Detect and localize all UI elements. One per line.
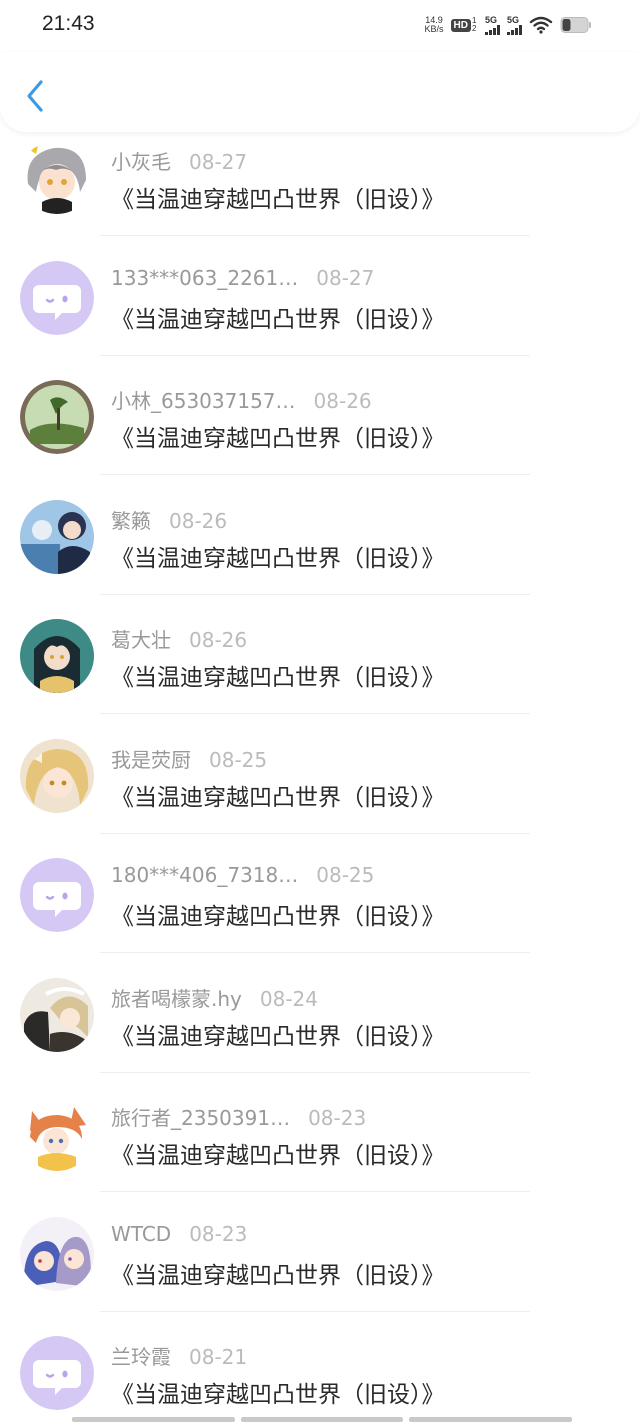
username[interactable]: 繁籁 (111, 505, 151, 534)
comment-row[interactable]: 小灰毛 08-27 《当温迪穿越凹凸世界（旧设）》 (0, 132, 640, 252)
row-divider (100, 1071, 530, 1073)
user-avatar[interactable] (20, 1216, 94, 1291)
status-bar: 21:43 14.9 KB/s HD 1 2 5G 5G (0, 0, 640, 52)
username[interactable]: 旅者喝檬蒙.hy (111, 983, 242, 1012)
user-avatar[interactable] (20, 499, 94, 574)
sim2-label: 5G (507, 14, 520, 25)
comment-meta: 繁籁 08-26 (111, 505, 227, 534)
comment-date: 08-26 (189, 628, 248, 652)
work-title-link[interactable]: 《当温迪穿越凹凸世界（旧设）》 (111, 1256, 445, 1290)
comment-meta: WTCD 08-23 (111, 1222, 247, 1246)
network-speed-unit: KB/s (424, 24, 444, 34)
user-avatar[interactable] (20, 1336, 94, 1410)
user-avatar[interactable] (20, 260, 94, 335)
username[interactable]: 小灰毛 (111, 146, 171, 175)
row-divider (100, 593, 530, 595)
work-title-link[interactable]: 《当温迪穿越凹凸世界（旧设）》 (111, 419, 445, 453)
network-speed: 14.9 KB/s (425, 16, 444, 34)
comment-meta: 小灰毛 08-27 (111, 146, 247, 175)
sim2-signal-icon: 5G (507, 14, 522, 35)
row-divider (100, 713, 530, 714)
comment-row[interactable]: 我是荧厨 08-25 《当温迪穿越凹凸世界（旧设）》 (0, 730, 640, 850)
work-title-link[interactable]: 《当温迪穿越凹凸世界（旧设）》 (111, 778, 445, 812)
hd-voice-icon: HD 1 2 (450, 16, 478, 33)
work-title-link[interactable]: 《当温迪穿越凹凸世界（旧设）》 (111, 1136, 445, 1170)
chevron-left-icon (27, 80, 43, 112)
comment-date: 08-25 (209, 747, 268, 772)
comment-list: 小灰毛 08-27 《当温迪穿越凹凸世界（旧设）》 133***063_2261… 08… (0, 132, 640, 1422)
comment-row[interactable]: 葛大壮 08-26 《当温迪穿越凹凸世界（旧设）》 (0, 610, 640, 730)
row-divider (100, 1191, 530, 1192)
username[interactable]: 葛大壮 (111, 624, 171, 653)
comment-date: 08-26 (169, 508, 228, 533)
user-avatar[interactable] (20, 1097, 94, 1171)
wifi-icon (529, 16, 553, 34)
comment-row[interactable]: 兰玲霞 08-21 《当温迪穿越凹凸世界（旧设）》 (0, 1327, 640, 1422)
battery-icon (560, 17, 591, 33)
comment-row[interactable]: 旅者喝檬蒙.hy 08-24 《当温迪穿越凹凸世界（旧设）》 (0, 969, 640, 1089)
comment-meta: 133***063_2261… 08-27 (111, 266, 374, 290)
back-button[interactable] (20, 76, 50, 116)
row-divider (100, 1310, 530, 1312)
comment-date: 08-26 (313, 389, 372, 413)
comment-meta: 葛大壮 08-26 (111, 624, 247, 653)
user-avatar[interactable] (20, 858, 94, 932)
work-title-link[interactable]: 《当温迪穿越凹凸世界（旧设）》 (111, 300, 445, 334)
comment-row[interactable]: 180***406_7318… 08-25 《当温迪穿越凹凸世界（旧设）》 (0, 849, 640, 969)
comment-date: 08-23 (189, 1221, 248, 1246)
comment-date: 08-21 (189, 1345, 248, 1369)
comment-date: 08-27 (189, 150, 248, 174)
comment-row[interactable]: 小林_653037157… 08-26 《当温迪穿越凹凸世界（旧设）》 (0, 371, 640, 491)
user-avatar[interactable] (20, 977, 94, 1052)
username[interactable]: 我是荧厨 (111, 744, 191, 773)
comment-row[interactable]: 133***063_2261… 08-27 《当温迪穿越凹凸世界（旧设）》 (0, 252, 640, 372)
status-time: 21:43 (42, 12, 95, 35)
sim1-signal-icon: 5G (485, 14, 500, 35)
comment-row[interactable]: 旅行者_2350391… 08-23 《当温迪穿越凹凸世界（旧设）》 (0, 1088, 640, 1208)
username[interactable]: 180***406_7318… (111, 863, 298, 887)
username[interactable]: 小林_653037157… (111, 385, 296, 414)
comment-date: 08-27 (316, 265, 375, 290)
user-avatar[interactable] (20, 738, 94, 813)
top-navigation-bar (0, 52, 640, 132)
user-avatar[interactable] (20, 380, 94, 454)
work-title-link[interactable]: 《当温迪穿越凹凸世界（旧设）》 (111, 897, 445, 931)
comment-date: 08-25 (316, 863, 375, 887)
row-divider (100, 952, 530, 953)
scroll-indicator (72, 1417, 573, 1422)
work-title-link[interactable]: 《当温迪穿越凹凸世界（旧设）》 (111, 1375, 445, 1409)
hd-badge: HD (450, 18, 471, 32)
comment-row[interactable]: 繁籁 08-26 《当温迪穿越凹凸世界（旧设）》 (0, 491, 640, 611)
comment-meta: 旅者喝檬蒙.hy 08-24 (111, 983, 318, 1012)
username[interactable]: 兰玲霞 (111, 1341, 171, 1370)
row-divider (100, 354, 530, 356)
row-divider (100, 235, 530, 236)
comment-meta: 旅行者_2350391… 08-23 (111, 1102, 366, 1131)
sim1-label: 5G (485, 14, 498, 25)
username[interactable]: 133***063_2261… (111, 266, 298, 290)
comment-meta: 小林_653037157… 08-26 (111, 385, 372, 414)
username[interactable]: 旅行者_2350391… (111, 1102, 290, 1131)
user-avatar[interactable] (20, 140, 94, 214)
comment-meta: 兰玲霞 08-21 (111, 1341, 247, 1370)
comment-meta: 我是荧厨 08-25 (111, 744, 267, 773)
work-title-link[interactable]: 《当温迪穿越凹凸世界（旧设）》 (111, 539, 445, 573)
work-title-link[interactable]: 《当温迪穿越凹凸世界（旧设）》 (111, 1017, 445, 1051)
status-icons: 14.9 KB/s HD 1 2 5G 5G (425, 14, 592, 36)
row-divider (100, 832, 530, 834)
row-divider (100, 474, 530, 475)
comment-meta: 180***406_7318… 08-25 (111, 863, 374, 887)
username[interactable]: WTCD (111, 1222, 171, 1246)
work-title-link[interactable]: 《当温迪穿越凹凸世界（旧设）》 (111, 180, 445, 214)
user-avatar[interactable] (20, 619, 94, 693)
comment-date: 08-23 (308, 1106, 367, 1130)
comment-row[interactable]: WTCD 08-23 《当温迪穿越凹凸世界（旧设）》 (0, 1208, 640, 1328)
hd-sub: 1 2 (472, 16, 477, 33)
work-title-link[interactable]: 《当温迪穿越凹凸世界（旧设）》 (111, 658, 445, 692)
comment-date: 08-24 (259, 986, 318, 1011)
